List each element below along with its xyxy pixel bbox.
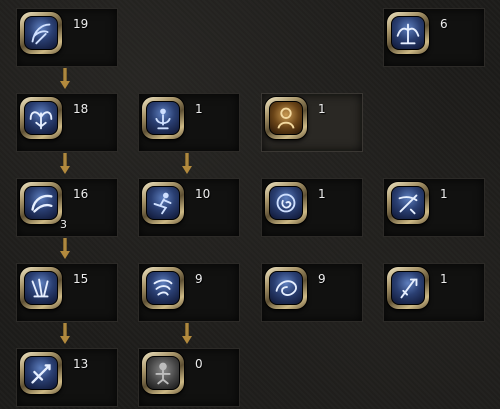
skill-slot-r4c4: 1: [383, 263, 485, 322]
connector-arrow: [60, 238, 70, 260]
skill-button-r1c1[interactable]: [20, 12, 62, 54]
skill-count: 9: [318, 272, 326, 286]
skill-slot-r2c2: 1: [138, 93, 240, 152]
connector-arrow: [182, 153, 192, 175]
skill-button-r3c4[interactable]: [387, 182, 429, 224]
skill-slot-r2c1: 18: [16, 93, 118, 152]
skill-button-r2c2[interactable]: [142, 97, 184, 139]
skill-slot-r5c1: 13: [16, 348, 118, 407]
skill-count: 1: [195, 102, 203, 116]
skill-slot-r1c4: 6: [383, 8, 485, 67]
skill-button-r4c4[interactable]: [387, 267, 429, 309]
skill-count: 9: [195, 272, 203, 286]
skill-slot-r3c2: 10: [138, 178, 240, 237]
skill-slot-r3c4: 1: [383, 178, 485, 237]
skill-button-r2c1[interactable]: [20, 97, 62, 139]
skill-slot-r5c2: 0: [138, 348, 240, 407]
skill-button-r2c3[interactable]: [265, 97, 307, 139]
skill-count: 15: [73, 272, 89, 286]
skill-slot-r4c3: 9: [261, 263, 363, 322]
skill-count: 16: [73, 187, 89, 201]
skill-button-r4c3[interactable]: [265, 267, 307, 309]
skill-slot-r4c1: 15: [16, 263, 118, 322]
skill-count: 1: [318, 102, 326, 116]
skill-button-r5c2[interactable]: [142, 352, 184, 394]
connector-arrow: [60, 323, 70, 345]
connector-arrow: [60, 153, 70, 175]
skill-count: 19: [73, 17, 89, 31]
skill-slot-r2c3: 1: [261, 93, 363, 152]
skill-count: 1: [440, 187, 448, 201]
skill-count: 18: [73, 102, 89, 116]
skill-button-r3c3[interactable]: [265, 182, 307, 224]
skill-count: 13: [73, 357, 89, 371]
skill-button-r1c4[interactable]: [387, 12, 429, 54]
skill-slot-r4c2: 9: [138, 263, 240, 322]
skill-slot-r1c1: 19: [16, 8, 118, 67]
skill-button-r4c2[interactable]: [142, 267, 184, 309]
skill-rank: 3: [60, 218, 67, 231]
skill-button-r5c1[interactable]: [20, 352, 62, 394]
skill-count: 1: [440, 272, 448, 286]
skill-slot-r3c1: 16 3: [16, 178, 118, 237]
skill-count: 10: [195, 187, 211, 201]
skill-slot-r3c3: 1: [261, 178, 363, 237]
skill-count: 0: [195, 357, 203, 371]
skill-count: 6: [440, 17, 448, 31]
skill-count: 1: [318, 187, 326, 201]
connector-arrow: [182, 323, 192, 345]
skill-button-r3c1[interactable]: [20, 182, 62, 224]
skill-button-r4c1[interactable]: [20, 267, 62, 309]
skill-button-r3c2[interactable]: [142, 182, 184, 224]
connector-arrow: [60, 68, 70, 90]
